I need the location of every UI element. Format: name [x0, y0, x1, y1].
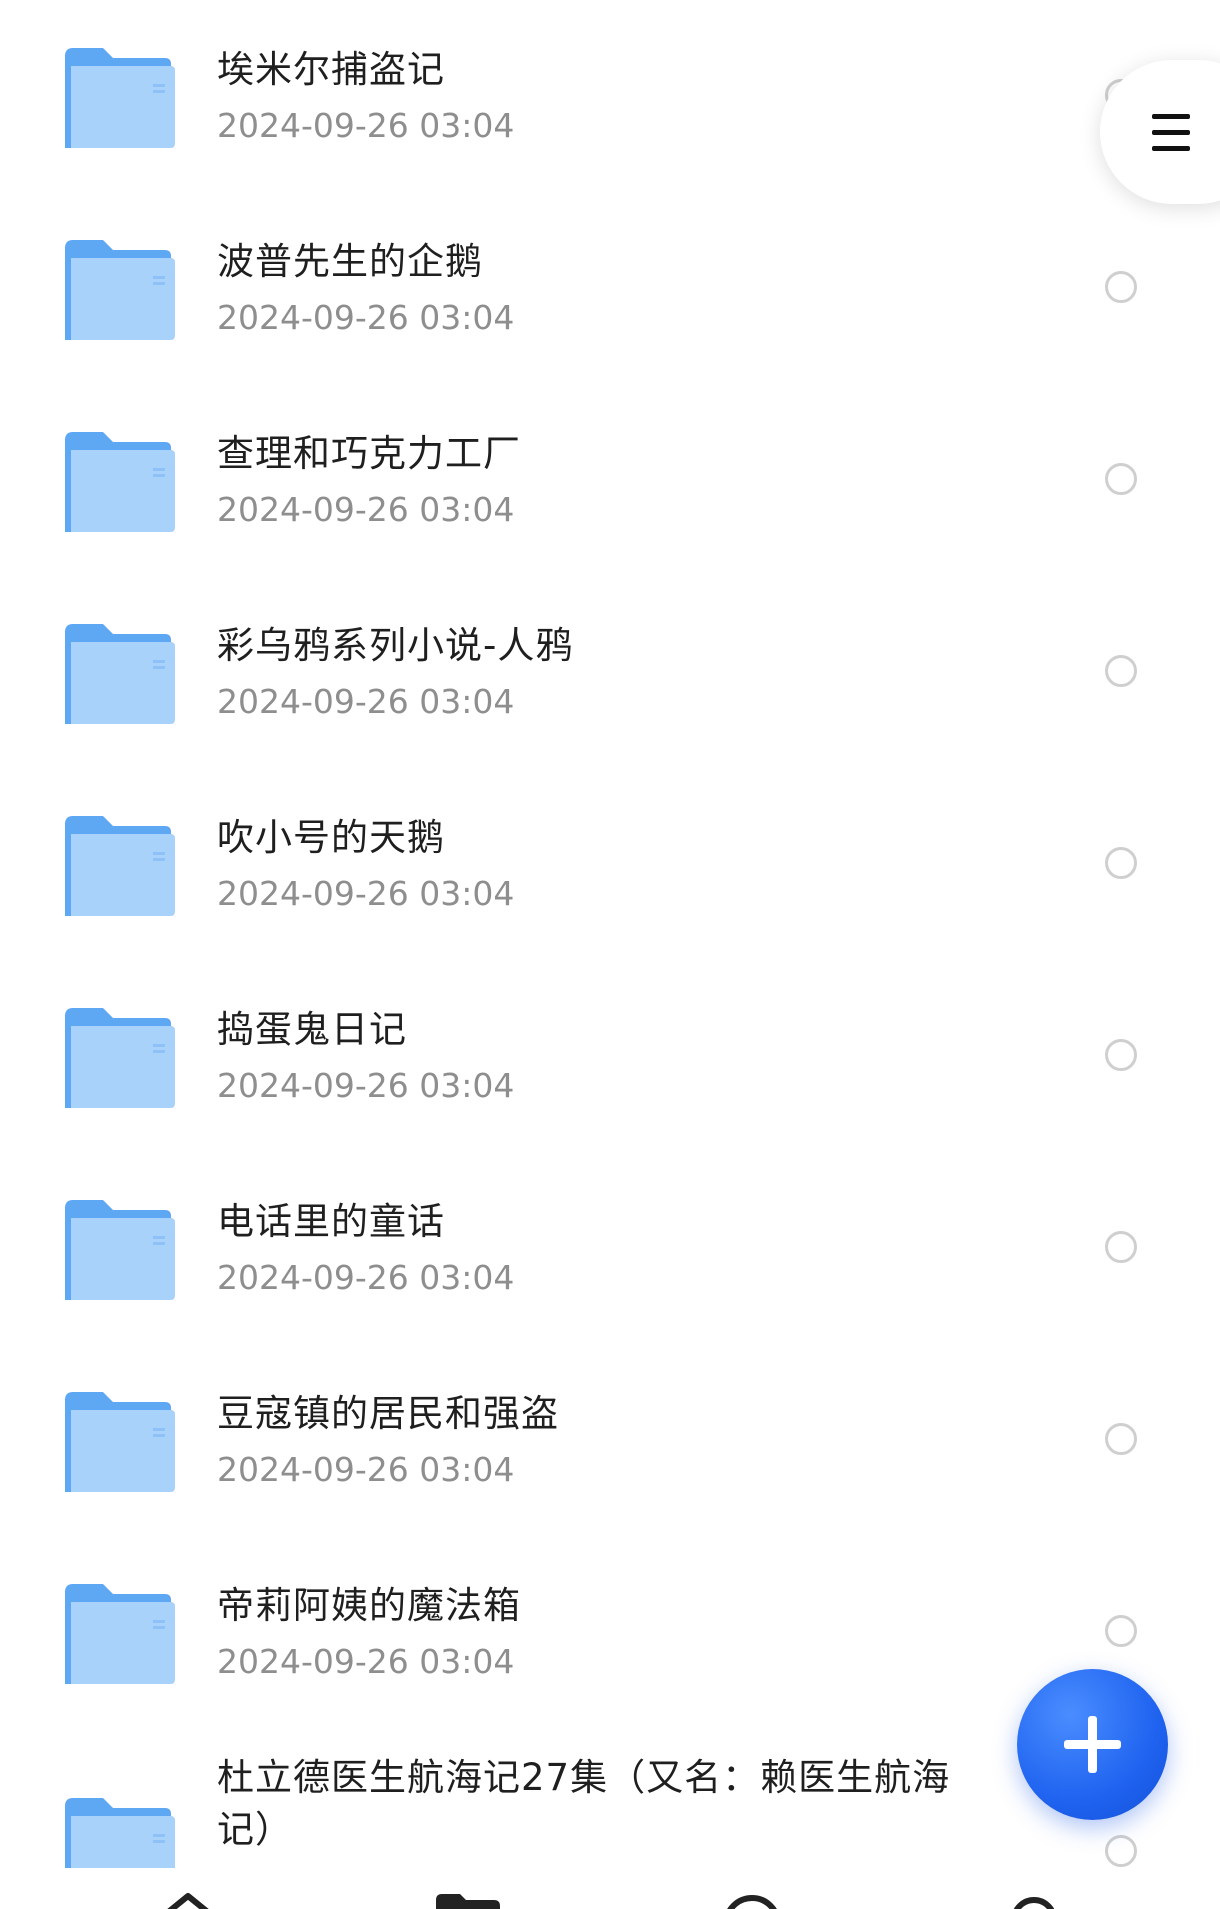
file-name: 帝莉阿姨的魔法箱: [217, 1584, 521, 1627]
list-item[interactable]: 埃米尔捕盗记 2024-09-26 03:04: [0, 0, 1220, 192]
menu-icon: [1152, 114, 1190, 152]
select-checkbox[interactable]: [1105, 1423, 1137, 1455]
select-checkbox[interactable]: [1105, 655, 1137, 687]
bottom-nav: [0, 1868, 1220, 1909]
file-date: 2024-09-26 03:04: [217, 1642, 515, 1681]
home-icon[interactable]: [148, 1890, 228, 1909]
file-name: 杜立德医生航海记27集（又名：赖医生航海记）: [217, 1756, 951, 1851]
select-checkbox[interactable]: [1105, 1615, 1137, 1647]
add-button[interactable]: [1017, 1669, 1168, 1820]
select-checkbox[interactable]: [1105, 1835, 1137, 1867]
file-name: 电话里的童话: [217, 1200, 445, 1243]
file-name: 查理和巧克力工厂: [217, 432, 521, 475]
list-item[interactable]: 波普先生的企鹅 2024-09-26 03:04: [0, 192, 1220, 384]
list-item[interactable]: 豆寇镇的居民和强盗 2024-09-26 03:04: [0, 1344, 1220, 1536]
folder-icon: [65, 1008, 175, 1108]
folder-icon[interactable]: [430, 1890, 510, 1909]
list-item[interactable]: 查理和巧克力工厂 2024-09-26 03:04: [0, 384, 1220, 576]
select-checkbox[interactable]: [1105, 1231, 1137, 1263]
file-date: 2024-09-26 03:04: [217, 298, 515, 337]
select-checkbox[interactable]: [1105, 463, 1137, 495]
file-name: 吹小号的天鹅: [217, 816, 445, 859]
folder-icon: [65, 48, 175, 148]
folder-icon: [65, 1392, 175, 1492]
folder-icon: [65, 432, 175, 532]
list-item[interactable]: 捣蛋鬼日记 2024-09-26 03:04: [0, 960, 1220, 1152]
plus-icon: [1064, 1716, 1121, 1773]
file-name: 埃米尔捕盗记: [217, 48, 445, 91]
file-date: 2024-09-26 03:04: [217, 490, 515, 529]
list-item[interactable]: 电话里的童话 2024-09-26 03:04: [0, 1152, 1220, 1344]
select-checkbox[interactable]: [1105, 271, 1137, 303]
folder-icon: [65, 1584, 175, 1684]
select-checkbox[interactable]: [1105, 1039, 1137, 1071]
folder-icon: [65, 624, 175, 724]
file-name: 波普先生的企鹅: [217, 240, 483, 283]
file-date: 2024-09-26 03:04: [217, 1258, 515, 1297]
file-name: 豆寇镇的居民和强盗: [217, 1392, 559, 1435]
profile-icon[interactable]: [994, 1890, 1074, 1909]
folder-icon: [65, 1200, 175, 1300]
file-date: 2024-09-26 03:04: [217, 1450, 515, 1489]
list-item[interactable]: 吹小号的天鹅 2024-09-26 03:04: [0, 768, 1220, 960]
select-checkbox[interactable]: [1105, 847, 1137, 879]
folder-icon: [65, 240, 175, 340]
file-name: 捣蛋鬼日记: [217, 1008, 407, 1051]
list-item[interactable]: 彩乌鸦系列小说-人鸦 2024-09-26 03:04: [0, 576, 1220, 768]
file-date: 2024-09-26 03:04: [217, 682, 515, 721]
file-date: 2024-09-26 03:04: [217, 1066, 515, 1105]
file-list: 埃米尔捕盗记 2024-09-26 03:04 波普先生的企鹅 2024-09-…: [0, 0, 1220, 1868]
file-date: 2024-09-26 03:04: [217, 106, 515, 145]
file-name: 彩乌鸦系列小说-人鸦: [217, 624, 574, 667]
file-date: 2024-09-26 03:04: [217, 874, 515, 913]
folder-icon: [65, 816, 175, 916]
search-icon[interactable]: [712, 1890, 792, 1909]
file-browser-screen: 埃米尔捕盗记 2024-09-26 03:04 波普先生的企鹅 2024-09-…: [0, 0, 1220, 1909]
folder-icon: [65, 1798, 175, 1868]
